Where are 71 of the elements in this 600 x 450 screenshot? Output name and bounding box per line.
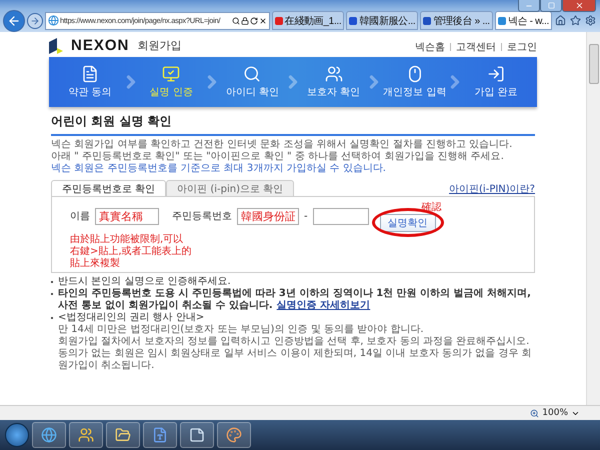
start-button[interactable] — [5, 423, 29, 447]
step-label: 실명 인증 — [150, 86, 193, 99]
details-link[interactable]: 실명인증 자세히보기 — [276, 300, 370, 311]
document-icon — [81, 65, 99, 83]
notice-text: 만 14세 미만은 법정대리인(보호자 또는 부모님)의 인증 및 동의를 받아야 합니다. — [58, 324, 424, 336]
verification-tab[interactable]: 아이핀 (i-pin)으로 확인 — [166, 180, 294, 197]
sign-in-icon — [486, 65, 505, 83]
intro-text: 넥슨 회원은 주민등록번호를 기준으로 최대 3개까지 가입하실 수 있습니다. — [51, 163, 387, 175]
section-title: 어린이 회원 실명 확인 — [51, 113, 535, 136]
step-label: 가입 완료 — [474, 86, 518, 99]
name-field[interactable]: 真實名稱 — [95, 208, 159, 224]
maximize-icon — [548, 2, 554, 9]
intro-text: 아래 " 주민등록번호로 확인" 또는 "아이핀으로 확인 " 중 하나를 선택하여 회원가입을 진행해 주세요. — [51, 151, 505, 163]
minimize-button[interactable] — [518, 0, 540, 12]
search-icon — [243, 65, 262, 83]
step-label: 약관 동의 — [68, 86, 112, 99]
settings-icon[interactable] — [584, 15, 597, 26]
top-link[interactable]: 로그인 — [507, 40, 537, 54]
top-link[interactable]: 고객센터 — [456, 40, 496, 54]
id-number-suffix-field[interactable] — [312, 208, 369, 224]
forward-button[interactable] — [27, 12, 43, 28]
id-number-label: 주민등록번호 — [172, 210, 232, 223]
ipin-info-link[interactable]: 아이핀(i-PIN)이란? — [449, 182, 535, 196]
people-icon — [324, 65, 343, 83]
scrollbar-thumb[interactable] — [588, 44, 598, 84]
lock-icon — [240, 16, 249, 24]
taskbar-app-icon[interactable] — [32, 422, 66, 448]
taskbar-app-icon[interactable] — [106, 422, 140, 448]
forward-arrow-icon — [30, 16, 40, 26]
verification-tab[interactable]: 주민등록번호로 확인 — [51, 180, 166, 197]
star-icon[interactable] — [569, 15, 582, 26]
scrollbar[interactable] — [586, 32, 600, 405]
name-label: 이름 — [70, 210, 90, 223]
globe-icon — [48, 15, 59, 26]
browser-tab[interactable]: 在綫動画_1... — [272, 11, 344, 30]
notice-text: 반드시 본인의 실명으로 인증해주세요. — [58, 276, 231, 288]
taskbar-app-icon[interactable] — [217, 422, 251, 448]
step-label: 보호자 확인 — [306, 86, 360, 99]
browser-tab[interactable]: 韓國新服公... — [346, 11, 418, 30]
browser-tab[interactable]: 管理後台 » ... — [420, 11, 493, 30]
notice-text: 회원가입 절차에서 보호자의 정보를 입력하시고 인증방법을 선택 후, 보호자 동의 과정을 완료해주십시오. 동의가 없는 회원은 임시 회원상태로 일부 서비스 이용이 제한되며, 14일 이내 보호자 동의가 없을 경우 회원가입이 취소됩니다. — [58, 336, 533, 372]
browser-tab[interactable]: 넥슨 - w... — [494, 11, 552, 30]
taskbar-app-icon[interactable] — [180, 422, 214, 448]
notice-text: 타인의 주민등록번호 도용 시 주민등록법에 따라 3년 이하의 징역이나 1천 만원 이하의 벌금에 처해지며, 사전 통보 없이 회원가입이 취소될 수 있습니다. 실명인증 자세히보기 — [58, 288, 532, 312]
step-label: 개인정보 입력 — [383, 86, 446, 99]
annotation-text: 確認 — [422, 200, 442, 214]
logo-text: NEXON — [71, 37, 130, 54]
taskbar-app-icon[interactable] — [69, 422, 103, 448]
monitor-check-icon — [162, 65, 180, 83]
annotation-text: 貼上來複製 — [70, 258, 121, 270]
close-button[interactable] — [562, 0, 596, 12]
step-label: 아이디 확인 — [226, 86, 279, 99]
maximize-button[interactable] — [540, 0, 562, 12]
back-button[interactable] — [3, 10, 25, 32]
dash-separator: - — [304, 210, 308, 222]
notice-text: <법정대리인의 권리 행사 안내> — [58, 312, 206, 324]
search-icon[interactable] — [232, 16, 240, 24]
annotation-text: 由於貼上功能被限制,可以 — [70, 234, 184, 246]
intro-text: 넥슨 회원가입 여부를 확인하고 건전한 인터넷 문화 조성을 위해서 실명확인 절차를 진행하고 있습니다. — [51, 139, 514, 151]
refresh-icon[interactable] — [250, 16, 258, 24]
verify-button[interactable]: 실명확인 — [380, 214, 436, 232]
page-subtitle: 회원가입 — [137, 38, 182, 53]
logo-mark-icon — [49, 38, 63, 54]
top-link[interactable]: 넥슨홈 — [415, 40, 445, 54]
zoom-level[interactable]: 100% — [542, 408, 568, 418]
zoom-icon — [530, 408, 540, 418]
taskbar-app-icon[interactable] — [143, 422, 177, 448]
close-icon — [574, 1, 584, 10]
annotation-text: 右鍵>貼上,或者工能表上的 — [70, 246, 193, 258]
stop-icon[interactable] — [258, 16, 267, 24]
home-icon[interactable] — [554, 15, 567, 26]
